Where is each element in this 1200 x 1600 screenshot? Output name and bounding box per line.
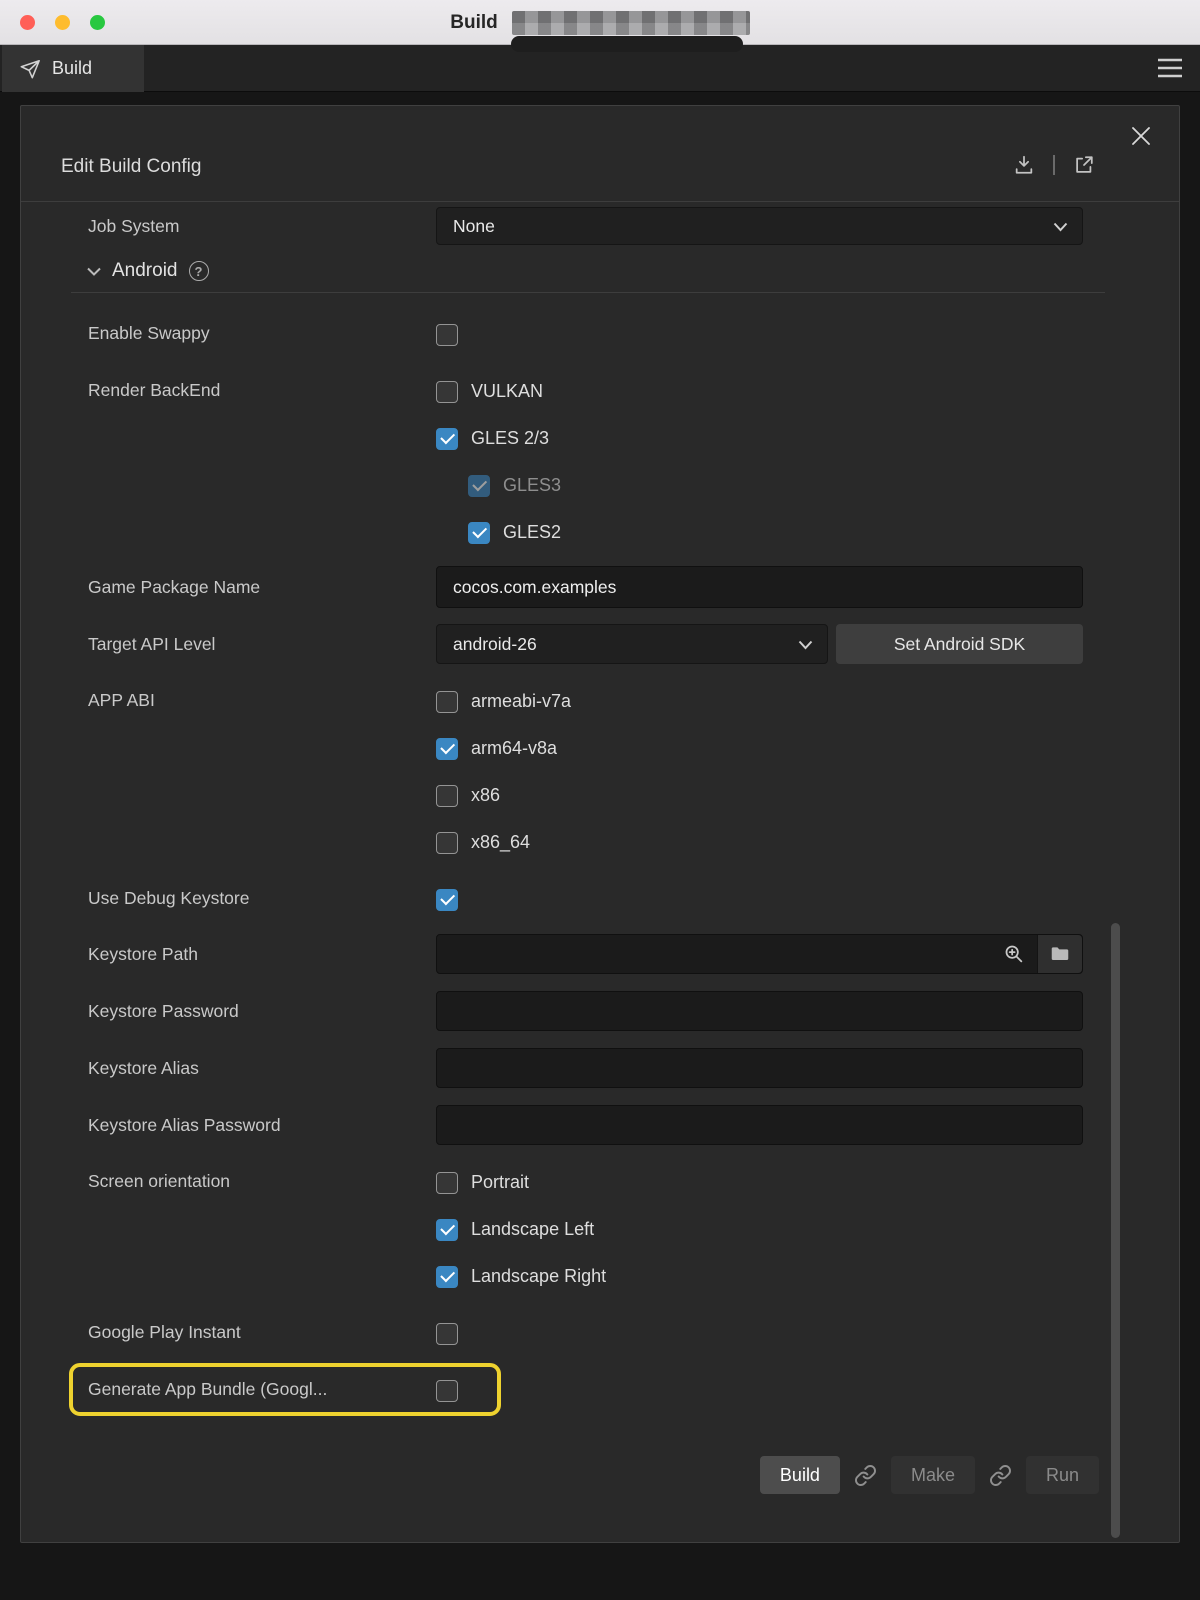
- tab-build-label: Build: [52, 58, 92, 79]
- generate-app-bundle-checkbox[interactable]: [436, 1380, 458, 1402]
- row-keystore-alias-password: Keystore Alias Password: [61, 1105, 1139, 1145]
- help-icon[interactable]: ?: [189, 261, 209, 281]
- row-screen-orientation: Screen orientation Portrait Landscape Le…: [61, 1159, 1139, 1300]
- chevron-down-icon: [87, 267, 101, 276]
- x86-checkbox[interactable]: [436, 785, 458, 807]
- game-package-name-input[interactable]: [436, 566, 1083, 608]
- row-use-debug-keystore: Use Debug Keystore: [61, 876, 1139, 923]
- set-android-sdk-button[interactable]: Set Android SDK: [836, 624, 1083, 664]
- x86-64-checkbox[interactable]: [436, 832, 458, 854]
- import-config-icon[interactable]: [1013, 154, 1035, 176]
- render-backend-label: Render BackEnd: [88, 368, 436, 556]
- gles23-label: GLES 2/3: [471, 428, 549, 449]
- section-divider: [71, 292, 1105, 293]
- gles23-checkbox[interactable]: [436, 428, 458, 450]
- tab-build[interactable]: Build: [2, 45, 144, 92]
- vulkan-checkbox[interactable]: [436, 381, 458, 403]
- window-title: Build: [450, 12, 498, 34]
- vulkan-label: VULKAN: [471, 381, 543, 402]
- target-api-level-label: Target API Level: [88, 634, 436, 655]
- arm64-v8a-label: arm64-v8a: [471, 738, 557, 759]
- tab-bar: Build: [0, 45, 1200, 92]
- game-package-name-label: Game Package Name: [88, 577, 436, 598]
- folder-icon: [1049, 943, 1071, 965]
- app-abi-label: APP ABI: [88, 678, 436, 866]
- use-debug-keystore-label: Use Debug Keystore: [88, 876, 436, 923]
- enable-swappy-checkbox[interactable]: [436, 324, 458, 346]
- make-button[interactable]: Make: [891, 1456, 975, 1494]
- landscape-left-label: Landscape Left: [471, 1219, 594, 1240]
- censored-text-shadow: [511, 36, 743, 52]
- google-play-instant-checkbox[interactable]: [436, 1323, 458, 1345]
- armeabi-v7a-label: armeabi-v7a: [471, 691, 571, 712]
- portrait-checkbox[interactable]: [436, 1172, 458, 1194]
- row-game-package-name: Game Package Name: [61, 566, 1139, 608]
- export-config-icon[interactable]: [1073, 154, 1095, 176]
- armeabi-v7a-checkbox[interactable]: [436, 691, 458, 713]
- x86-64-label: x86_64: [471, 832, 530, 853]
- row-enable-swappy: Enable Swappy: [61, 311, 1139, 358]
- row-app-abi: APP ABI armeabi-v7a arm64-v8a x86 x86_64: [61, 678, 1139, 866]
- row-google-play-instant: Google Play Instant: [61, 1310, 1139, 1357]
- job-system-value: None: [453, 216, 495, 237]
- portrait-label: Portrait: [471, 1172, 529, 1193]
- keystore-alias-password-input[interactable]: [436, 1105, 1083, 1145]
- zoom-search-icon[interactable]: [1003, 943, 1025, 965]
- dialog-content: Job System None Android: [21, 207, 1179, 1494]
- link-icon[interactable]: [989, 1464, 1012, 1487]
- row-target-api-level: Target API Level android-26 Set Android …: [61, 624, 1139, 664]
- gles2-checkbox[interactable]: [468, 522, 490, 544]
- target-api-level-value: android-26: [453, 634, 537, 655]
- keystore-path-input[interactable]: [436, 934, 1083, 974]
- landscape-right-checkbox[interactable]: [436, 1266, 458, 1288]
- enable-swappy-label: Enable Swappy: [88, 311, 436, 358]
- generate-app-bundle-label: Generate App Bundle (Googl...: [88, 1367, 436, 1414]
- screen-orientation-label: Screen orientation: [88, 1159, 436, 1300]
- job-system-dropdown[interactable]: None: [436, 207, 1083, 245]
- censored-text: [512, 11, 750, 35]
- gles3-checkbox[interactable]: [468, 475, 490, 497]
- landscape-left-checkbox[interactable]: [436, 1219, 458, 1241]
- google-play-instant-label: Google Play Instant: [88, 1310, 436, 1357]
- row-keystore-alias: Keystore Alias: [61, 1048, 1139, 1088]
- edit-build-config-dialog: Edit Build Config Job System: [20, 105, 1180, 1543]
- link-icon[interactable]: [854, 1464, 877, 1487]
- chevron-down-icon: [798, 640, 813, 650]
- arm64-v8a-checkbox[interactable]: [436, 738, 458, 760]
- dialog-header: Edit Build Config: [21, 106, 1179, 202]
- gles3-label: GLES3: [503, 475, 561, 496]
- build-button[interactable]: Build: [760, 1456, 840, 1494]
- gles2-label: GLES2: [503, 522, 561, 543]
- vertical-scrollbar[interactable]: [1111, 923, 1120, 1538]
- row-keystore-password: Keystore Password: [61, 991, 1139, 1031]
- header-separator: [1053, 155, 1055, 175]
- x86-label: x86: [471, 785, 500, 806]
- keystore-path-label: Keystore Path: [88, 944, 436, 965]
- dialog-footer: Build Make Run: [61, 1456, 1139, 1494]
- android-section-title: Android: [112, 260, 178, 282]
- menu-icon[interactable]: [1158, 57, 1182, 79]
- target-api-level-dropdown[interactable]: android-26: [436, 624, 828, 664]
- paper-plane-icon: [19, 58, 41, 80]
- android-section-header[interactable]: Android ?: [87, 257, 1139, 285]
- keystore-alias-input[interactable]: [436, 1048, 1083, 1088]
- keystore-password-label: Keystore Password: [88, 1001, 436, 1022]
- use-debug-keystore-checkbox[interactable]: [436, 889, 458, 911]
- row-render-backend: Render BackEnd VULKAN GLES 2/3 GLES3 GLE…: [61, 368, 1139, 556]
- row-keystore-path: Keystore Path: [61, 934, 1139, 974]
- job-system-label: Job System: [88, 216, 436, 237]
- keystore-alias-label: Keystore Alias: [88, 1058, 436, 1079]
- browse-folder-button[interactable]: [1037, 935, 1082, 973]
- row-generate-app-bundle: Generate App Bundle (Googl...: [61, 1367, 1139, 1414]
- dialog-title: Edit Build Config: [61, 156, 201, 178]
- run-button[interactable]: Run: [1026, 1456, 1099, 1494]
- keystore-password-input[interactable]: [436, 991, 1083, 1031]
- chevron-down-icon: [1053, 222, 1068, 232]
- keystore-alias-password-label: Keystore Alias Password: [88, 1115, 436, 1136]
- row-job-system: Job System None: [61, 207, 1139, 245]
- landscape-right-label: Landscape Right: [471, 1266, 606, 1287]
